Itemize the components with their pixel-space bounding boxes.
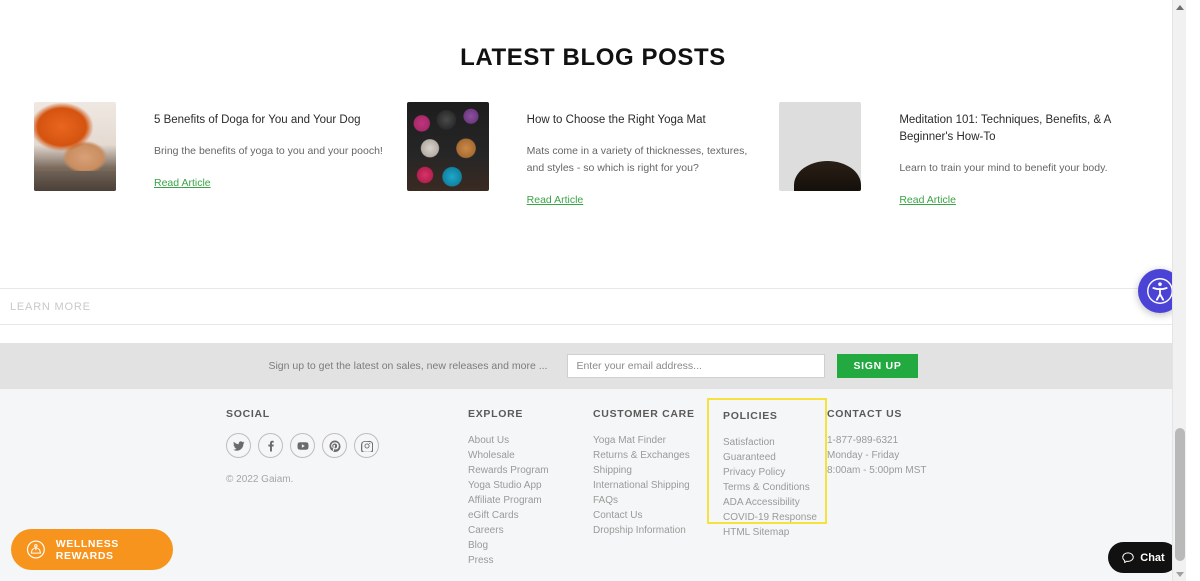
scrollbar-thumb[interactable] <box>1175 428 1185 561</box>
newsletter-signup-bar: Sign up to get the latest on sales, new … <box>0 343 1186 389</box>
blog-post-card: How to Choose the Right Yoga Mat Mats co… <box>406 102 780 208</box>
chat-label: Chat <box>1140 551 1165 564</box>
scroll-up-arrow-icon[interactable] <box>1173 0 1186 14</box>
footer-link-dropship-information[interactable]: Dropship Information <box>593 523 721 538</box>
footer-heading-policies: POLICIES <box>723 410 778 422</box>
footer-link-affiliate-program[interactable]: Affiliate Program <box>468 493 593 508</box>
blog-post-title[interactable]: 5 Benefits of Doga for You and Your Dog <box>154 112 394 129</box>
chat-bubble-icon <box>1122 551 1135 563</box>
newsletter-label: Sign up to get the latest on sales, new … <box>268 360 548 372</box>
contact-phone[interactable]: 1-877-989-6321 <box>827 433 987 448</box>
lotus-badge-icon <box>26 540 45 559</box>
facebook-icon[interactable] <box>258 433 283 458</box>
footer-column-explore: EXPLORE About Us Wholesale Rewards Progr… <box>468 408 593 568</box>
site-footer: SOCIAL © 2022 Gaiam. EXPLORE About Us Wh… <box>0 389 1186 581</box>
chat-button[interactable]: Chat <box>1108 542 1178 573</box>
footer-column-policies: POLICIES Satisfaction Guaranteed Privacy… <box>707 398 827 538</box>
contact-days: Monday - Friday <box>827 450 900 461</box>
footer-link-yoga-studio-app[interactable]: Yoga Studio App <box>468 478 593 493</box>
blog-post-title[interactable]: How to Choose the Right Yoga Mat <box>527 112 767 129</box>
footer-link-satisfaction-guaranteed[interactable]: Satisfaction Guaranteed <box>723 435 825 465</box>
pinterest-icon[interactable] <box>322 433 347 458</box>
footer-columns: SOCIAL © 2022 Gaiam. EXPLORE About Us Wh… <box>0 398 1186 568</box>
social-icon-row <box>226 433 468 458</box>
footer-link-rewards-program[interactable]: Rewards Program <box>468 463 593 478</box>
accessibility-icon <box>1147 278 1173 304</box>
footer-link-yoga-mat-finder[interactable]: Yoga Mat Finder <box>593 433 721 448</box>
twitter-icon[interactable] <box>226 433 251 458</box>
copyright-text: © 2022 Gaiam. <box>226 474 294 485</box>
read-article-link[interactable]: Read Article <box>527 194 584 206</box>
scroll-down-arrow-icon[interactable] <box>1173 567 1186 581</box>
youtube-icon[interactable] <box>290 433 315 458</box>
footer-link-wholesale[interactable]: Wholesale <box>468 448 593 463</box>
blog-post-body: 5 Benefits of Doga for You and Your Dog … <box>116 102 407 208</box>
blog-post-card: Meditation 101: Techniques, Benefits, & … <box>779 102 1152 208</box>
page-title: LATEST BLOG POSTS <box>460 44 726 71</box>
doga-thumbnail[interactable] <box>34 102 116 191</box>
footer-link-returns-exchanges[interactable]: Returns & Exchanges <box>593 448 721 463</box>
email-field[interactable] <box>567 354 826 378</box>
blog-post-body: Meditation 101: Techniques, Benefits, & … <box>861 102 1152 208</box>
sign-up-button[interactable]: SIGN UP <box>837 354 918 378</box>
instagram-icon[interactable] <box>354 433 379 458</box>
footer-heading-customer-care: CUSTOMER CARE <box>593 408 695 420</box>
footer-link-ada-accessibility[interactable]: ADA Accessibility <box>723 495 825 510</box>
page-scrollbar[interactable] <box>1172 0 1186 581</box>
footer-heading-social: SOCIAL <box>226 408 270 420</box>
blog-post-excerpt: Bring the benefits of yoga to you and yo… <box>154 145 383 157</box>
footer-heading-contact-us: CONTACT US <box>827 408 903 420</box>
blog-post-body: How to Choose the Right Yoga Mat Mats co… <box>489 102 780 208</box>
contact-hours: 8:00am - 5:00pm MST <box>827 465 927 476</box>
footer-link-careers[interactable]: Careers <box>468 523 593 538</box>
footer-link-international-shipping[interactable]: International Shipping <box>593 478 721 493</box>
read-article-link[interactable]: Read Article <box>899 194 956 206</box>
footer-link-about-us[interactable]: About Us <box>468 433 593 448</box>
latest-blog-posts-section: LATEST BLOG POSTS 5 Benefits of Doga for… <box>0 0 1186 283</box>
footer-column-social: SOCIAL © 2022 Gaiam. <box>226 408 468 568</box>
footer-link-covid-19-response[interactable]: COVID-19 Response <box>723 510 825 525</box>
footer-column-contact: CONTACT US 1-877-989-6321 Monday - Frida… <box>827 408 987 568</box>
footer-column-customer-care: CUSTOMER CARE Yoga Mat Finder Returns & … <box>593 408 721 568</box>
footer-link-press[interactable]: Press <box>468 553 593 568</box>
footer-link-shipping[interactable]: Shipping <box>593 463 721 478</box>
footer-heading-explore: EXPLORE <box>468 408 524 420</box>
blog-grid: 5 Benefits of Doga for You and Your Dog … <box>0 102 1186 208</box>
footer-link-html-sitemap[interactable]: HTML Sitemap <box>723 525 825 540</box>
meditation-thumbnail[interactable] <box>779 102 862 191</box>
read-article-link[interactable]: Read Article <box>154 177 211 189</box>
learn-more-label: LEARN MORE <box>10 300 91 313</box>
blog-post-title[interactable]: Meditation 101: Techniques, Benefits, & … <box>899 112 1139 146</box>
wellness-rewards-label: WELLNESS REWARDS <box>55 537 119 562</box>
wellness-rewards-button[interactable]: WELLNESS REWARDS <box>11 529 173 570</box>
learn-more-bar[interactable]: LEARN MORE <box>0 288 1186 325</box>
footer-link-blog[interactable]: Blog <box>468 538 593 553</box>
footer-link-privacy-policy[interactable]: Privacy Policy <box>723 465 825 480</box>
footer-link-faqs[interactable]: FAQs <box>593 493 721 508</box>
blog-post-excerpt: Learn to train your mind to benefit your… <box>899 162 1108 174</box>
footer-link-terms-conditions[interactable]: Terms & Conditions <box>723 480 825 495</box>
yoga-mats-thumbnail[interactable] <box>406 102 489 191</box>
footer-link-contact-us[interactable]: Contact Us <box>593 508 721 523</box>
footer-link-egift-cards[interactable]: eGift Cards <box>468 508 593 523</box>
blog-post-excerpt: Mats come in a variety of thicknesses, t… <box>526 145 748 174</box>
page-root: LATEST BLOG POSTS 5 Benefits of Doga for… <box>0 0 1186 581</box>
blog-post-card: 5 Benefits of Doga for You and Your Dog … <box>34 102 407 208</box>
